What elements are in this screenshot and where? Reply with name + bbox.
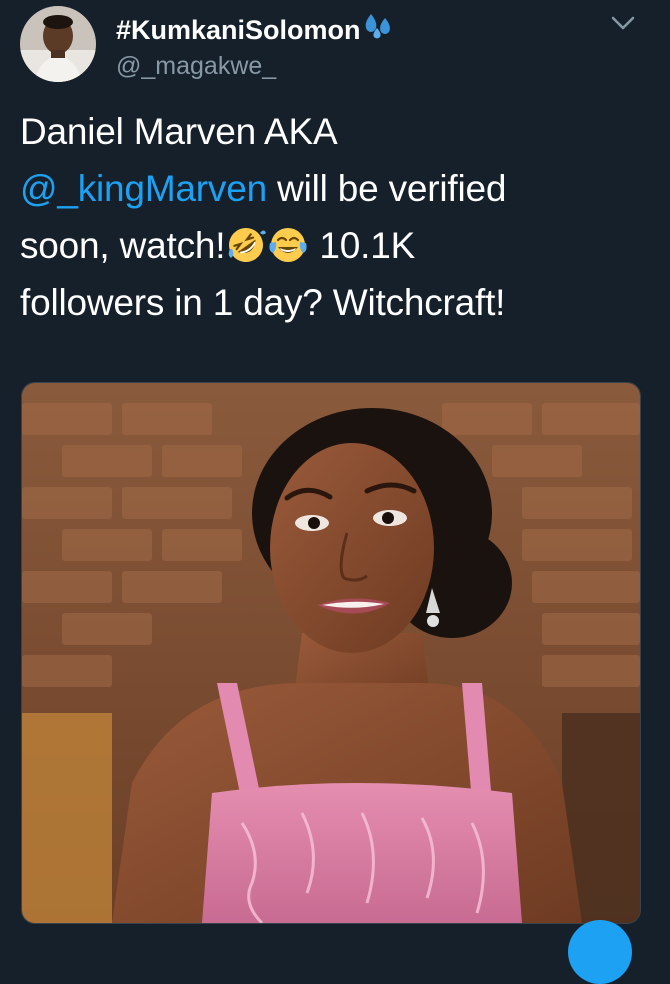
face-with-tears-of-joy-icon bbox=[268, 224, 308, 264]
tweet-line-4: followers in 1 day? Witchcraft! bbox=[20, 282, 506, 323]
mention-link[interactable]: @_kingMarven bbox=[20, 168, 267, 209]
tweet-header: #KumkaniSolomon @_magakwe_ bbox=[116, 12, 393, 83]
avatar-photo bbox=[20, 6, 96, 82]
rolling-on-floor-laughing-icon bbox=[226, 224, 267, 264]
tweet-line-3: soon, watch! 10.1K bbox=[20, 217, 650, 274]
avatar[interactable] bbox=[20, 6, 96, 82]
woman-grimacing-photo bbox=[22, 383, 640, 923]
sweat-droplets-icon bbox=[363, 12, 393, 47]
tweet-line-2-text: will be verified bbox=[267, 168, 507, 209]
tweet-line-3-start: soon, watch! bbox=[20, 225, 226, 266]
tweet-line-3-end: 10.1K bbox=[309, 225, 416, 266]
display-name-text: #KumkaniSolomon bbox=[116, 14, 361, 45]
display-name[interactable]: #KumkaniSolomon bbox=[116, 12, 393, 47]
tweet-line-2: @_kingMarven will be verified bbox=[20, 160, 650, 217]
tweet-line-1: Daniel Marven AKA bbox=[20, 111, 338, 152]
tweet-text: Daniel Marven AKA @_kingMarven will be v… bbox=[20, 103, 650, 331]
user-handle[interactable]: @_magakwe_ bbox=[116, 49, 393, 83]
compose-tweet-button[interactable] bbox=[568, 920, 632, 984]
chevron-down-icon[interactable] bbox=[610, 10, 636, 36]
tweet-media-photo[interactable] bbox=[21, 382, 641, 924]
